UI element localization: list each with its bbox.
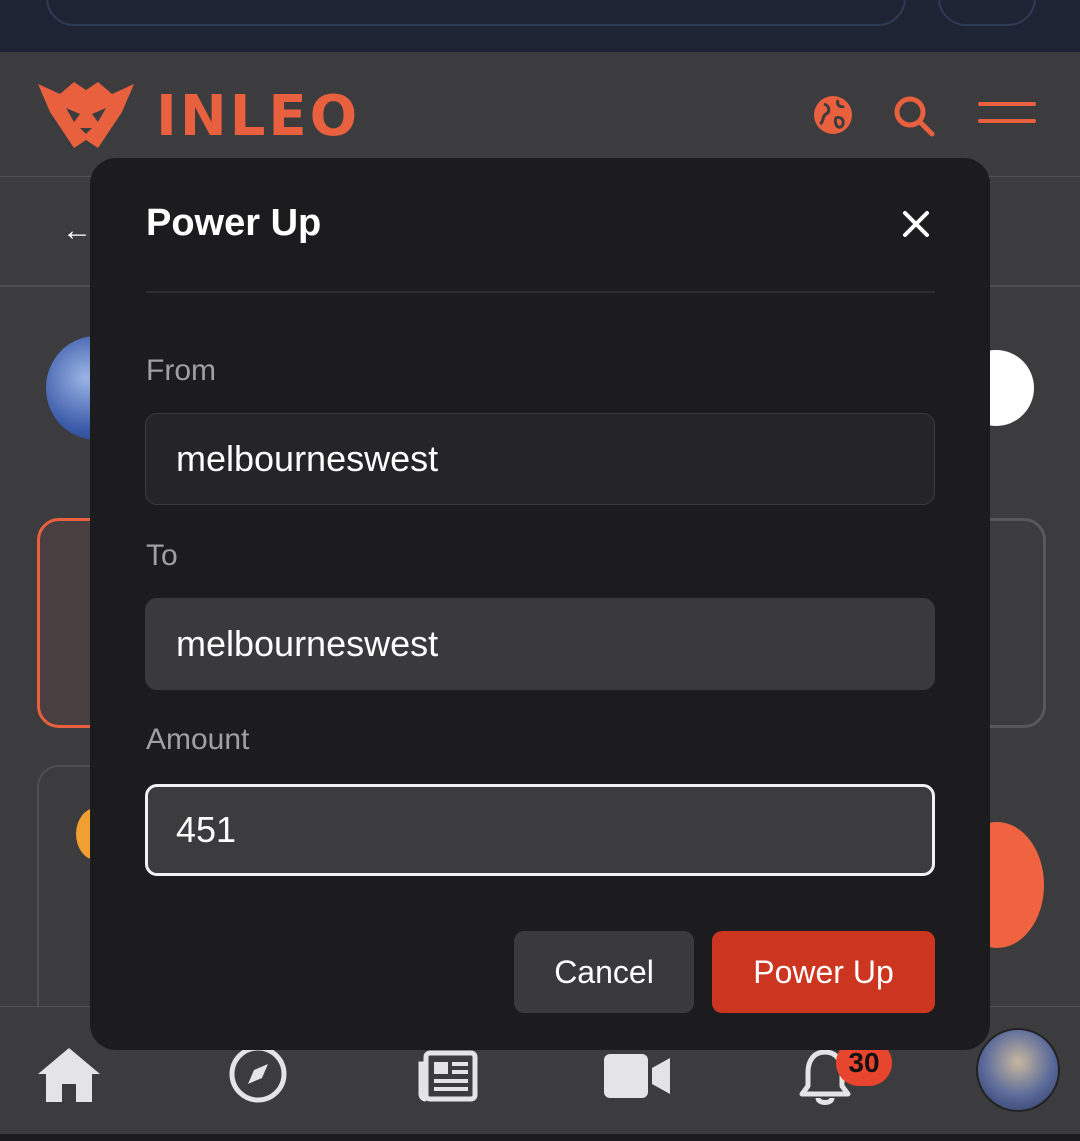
back-arrow-icon[interactable]: ←: [62, 214, 92, 248]
browser-action-button[interactable]: [938, 0, 1036, 26]
modal-divider: [146, 291, 935, 293]
news-icon[interactable]: [418, 1050, 478, 1102]
close-icon[interactable]: [896, 204, 936, 244]
inleo-lion-logo-icon[interactable]: [36, 78, 136, 152]
browser-top-strip: [0, 0, 1080, 52]
address-bar[interactable]: [46, 0, 906, 26]
from-field[interactable]: melbourneswest: [145, 413, 935, 505]
user-avatar[interactable]: [976, 1028, 1060, 1112]
video-icon[interactable]: [604, 1054, 670, 1098]
brand-name[interactable]: INLEO: [156, 84, 360, 149]
from-label: From: [146, 354, 216, 387]
menu-icon[interactable]: [978, 100, 1036, 126]
amount-input[interactable]: 451: [145, 784, 935, 876]
to-field[interactable]: melbourneswest: [145, 598, 935, 690]
compass-icon[interactable]: [228, 1044, 288, 1104]
power-up-modal: Power Up From melbourneswest To melbourn…: [90, 158, 990, 1050]
power-up-button[interactable]: Power Up: [712, 931, 935, 1013]
globe-icon[interactable]: [812, 94, 854, 136]
cancel-button[interactable]: Cancel: [514, 931, 694, 1013]
to-label: To: [146, 539, 178, 572]
home-icon[interactable]: [36, 1044, 102, 1104]
modal-title: Power Up: [146, 202, 322, 244]
search-icon[interactable]: [892, 94, 936, 138]
amount-label: Amount: [146, 723, 250, 756]
system-gesture-bar: [0, 1134, 1080, 1141]
